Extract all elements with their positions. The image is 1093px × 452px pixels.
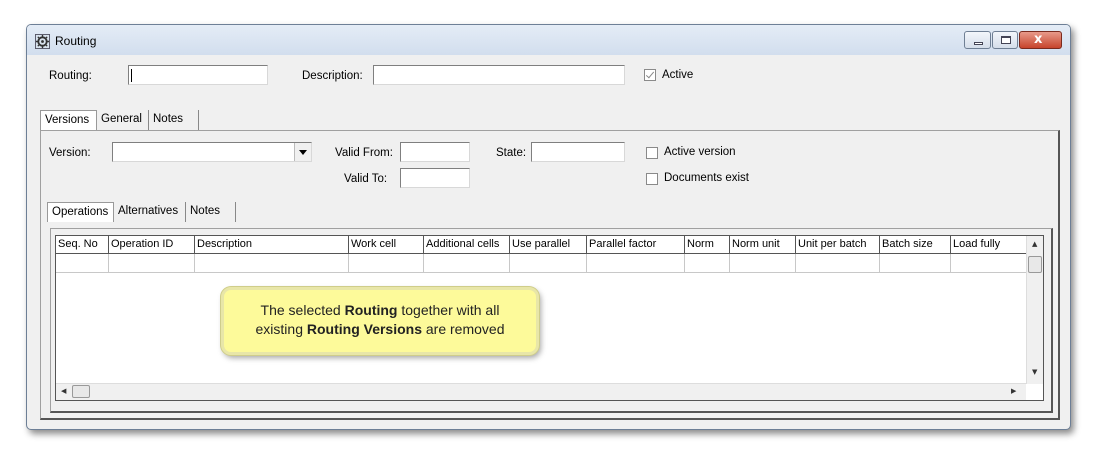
column-header-norm[interactable]: Norm <box>685 236 730 254</box>
table-cell[interactable] <box>56 254 109 273</box>
documents-exist-checkbox[interactable] <box>646 173 658 185</box>
tab-operations[interactable]: Operations <box>47 202 114 222</box>
valid-from-input[interactable] <box>400 142 470 162</box>
routing-label: Routing: <box>49 70 92 82</box>
active-label: Active <box>662 69 694 81</box>
vertical-scroll-thumb[interactable] <box>1028 256 1042 273</box>
valid-to-input[interactable] <box>400 168 470 188</box>
state-label: State: <box>496 147 527 159</box>
tab-versions[interactable]: Versions <box>40 110 97 130</box>
chevron-down-icon[interactable] <box>294 143 311 161</box>
state-input[interactable] <box>531 142 625 162</box>
scroll-down-icon[interactable]: ▼ <box>1032 368 1037 376</box>
table-cell[interactable] <box>510 254 587 273</box>
gear-icon <box>35 34 50 49</box>
scroll-right-icon[interactable]: ▶ <box>1011 387 1016 395</box>
valid-from-label: Valid From: <box>335 147 393 159</box>
routing-window: Routing x Routing: Description: Active V… <box>26 24 1071 430</box>
inner-tab-strip: Operations Alternatives Notes <box>47 202 267 222</box>
minimize-icon <box>974 42 983 45</box>
column-header-unit-per-batch[interactable]: Unit per batch <box>796 236 880 254</box>
title-bar[interactable]: Routing x <box>27 25 1070 55</box>
column-header-norm-unit[interactable]: Norm unit <box>730 236 796 254</box>
column-header-operation-id[interactable]: Operation ID <box>109 236 195 254</box>
column-header-use-parallel[interactable]: Use parallel <box>510 236 587 254</box>
maximize-icon <box>1001 36 1011 44</box>
column-header-description[interactable]: Description <box>195 236 349 254</box>
documents-exist-label: Documents exist <box>664 172 750 184</box>
callout-text: The selected <box>260 302 345 318</box>
callout-bold-text: Routing Versions <box>306 321 422 337</box>
table-cell[interactable] <box>951 254 1027 273</box>
table-cell[interactable] <box>424 254 510 273</box>
tab-notes[interactable]: Notes <box>149 110 199 130</box>
table-cell[interactable] <box>880 254 951 273</box>
table-cell[interactable] <box>685 254 730 273</box>
table-cell[interactable] <box>109 254 195 273</box>
active-version-checkbox[interactable] <box>646 147 658 159</box>
table-cell[interactable] <box>730 254 796 273</box>
tab-inner-notes[interactable]: Notes <box>186 202 236 222</box>
table-cell[interactable] <box>587 254 685 273</box>
table-cell[interactable] <box>195 254 349 273</box>
column-header-seq-no[interactable]: Seq. No <box>56 236 109 254</box>
minimize-button[interactable] <box>964 31 991 49</box>
callout-line-1: The selected Routing together with all <box>224 301 536 320</box>
vertical-scrollbar[interactable]: ▲ ▼ <box>1026 236 1043 384</box>
scroll-up-icon[interactable]: ▲ <box>1032 240 1037 248</box>
version-label: Version: <box>49 147 91 159</box>
close-icon: x <box>1034 32 1043 47</box>
table-cell[interactable] <box>796 254 880 273</box>
callout-text: are removed <box>422 321 505 337</box>
routing-input[interactable] <box>128 65 268 85</box>
description-input[interactable] <box>373 65 625 85</box>
scroll-left-icon[interactable]: ◀ <box>61 387 66 395</box>
horizontal-scroll-thumb[interactable] <box>72 385 90 398</box>
column-header-load-fully[interactable]: Load fully <box>951 236 1027 254</box>
column-header-batch-size[interactable]: Batch size <box>880 236 951 254</box>
top-tab-strip: Versions General Notes <box>40 110 240 130</box>
column-header-additional-cells[interactable]: Additional cells <box>424 236 510 254</box>
callout-text: together with all <box>397 302 500 318</box>
column-header-work-cell[interactable]: Work cell <box>349 236 424 254</box>
version-select[interactable] <box>112 142 312 162</box>
window-title: Routing <box>55 34 97 48</box>
callout-bold-text: Routing <box>344 302 398 318</box>
close-button[interactable]: x <box>1019 31 1062 49</box>
operations-table[interactable]: Seq. No Operation ID Description Work ce… <box>55 235 1044 401</box>
valid-to-label: Valid To: <box>344 173 388 185</box>
table-cell[interactable] <box>349 254 424 273</box>
maximize-button[interactable] <box>992 31 1018 49</box>
callout-text: existing <box>255 321 307 337</box>
column-header-parallel-factor[interactable]: Parallel factor <box>587 236 685 254</box>
active-checkbox[interactable] <box>644 69 656 81</box>
text-caret <box>131 69 132 82</box>
horizontal-scrollbar[interactable]: ◀ ▶ <box>56 383 1026 400</box>
info-callout: The selected Routing together with all e… <box>221 287 539 355</box>
tab-general[interactable]: General <box>97 110 149 130</box>
description-label: Description: <box>302 70 363 82</box>
active-version-label: Active version <box>664 146 736 158</box>
callout-line-2: existing Routing Versions are removed <box>224 320 536 339</box>
tab-alternatives[interactable]: Alternatives <box>114 202 186 222</box>
